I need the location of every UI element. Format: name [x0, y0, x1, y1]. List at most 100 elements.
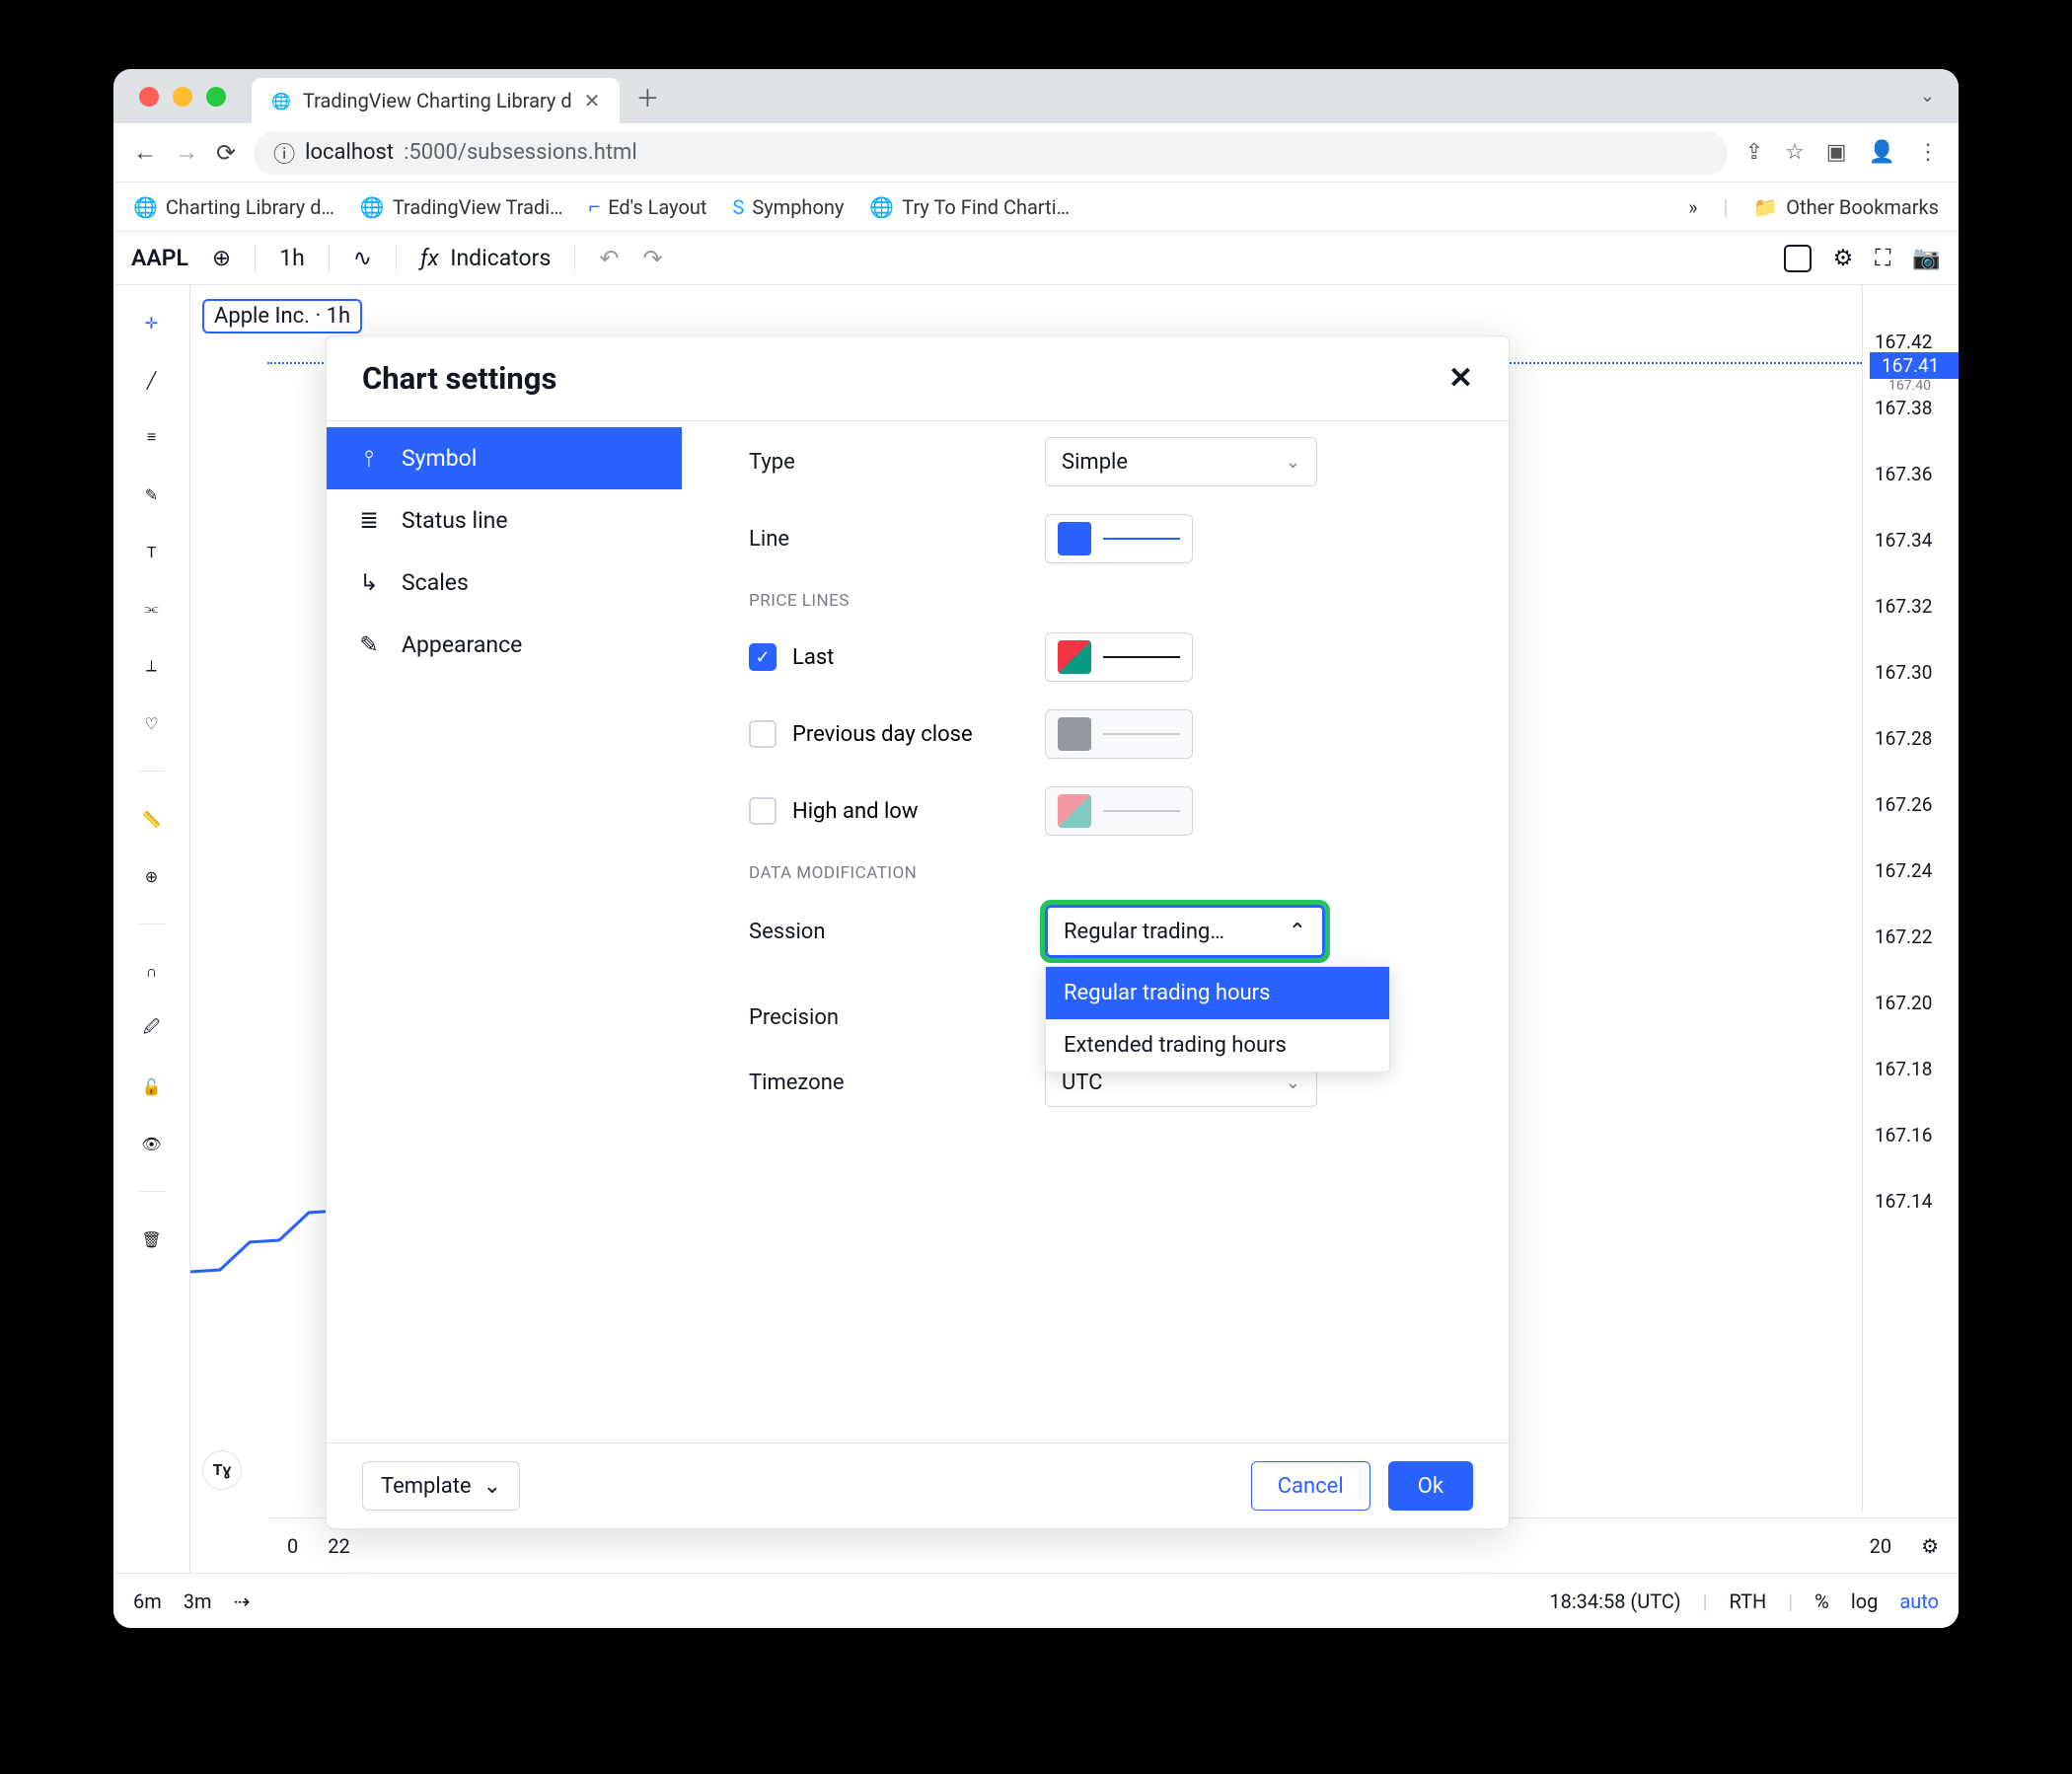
tab-appearance[interactable]: ✎ Appearance	[327, 614, 682, 676]
lock-icon[interactable]: 🔓	[136, 1071, 168, 1102]
price-tick: 167.24	[1863, 859, 1959, 925]
pattern-icon[interactable]: ⫘	[136, 593, 168, 625]
session-label: Session	[749, 920, 1025, 944]
zoom-icon[interactable]: ⊕	[136, 860, 168, 892]
interval-label[interactable]: 1h	[279, 245, 305, 271]
session-dropdown[interactable]: Regular trading… ⌃ Regular trading hours…	[1045, 905, 1325, 958]
address-bar: ← → ⟳ ⓘ localhost:5000/subsessions.html …	[113, 123, 1959, 183]
bookmark-item[interactable]: 🌐 Try To Find Charti…	[869, 195, 1070, 219]
current-price-badge: 167.41	[1870, 352, 1959, 379]
range-3m[interactable]: 3m	[184, 1589, 212, 1613]
session-options-popup: Regular trading hours Extended trading h…	[1045, 966, 1390, 1072]
bookmark-item[interactable]: S Symphony	[732, 195, 844, 219]
trendline-icon[interactable]: ╱	[136, 364, 168, 396]
rth-toggle[interactable]: RTH	[1730, 1589, 1767, 1613]
close-window-icon[interactable]	[139, 87, 159, 107]
tabs-dropdown-icon[interactable]: ⌄	[1920, 86, 1935, 107]
near-price: 167.40	[1888, 378, 1931, 394]
bookmark-item[interactable]: 🌐 Charting Library d…	[133, 195, 334, 219]
layout-icon[interactable]	[1784, 245, 1812, 272]
bookmarks-overflow[interactable]: »	[1688, 195, 1697, 219]
precision-label: Precision	[749, 1005, 1025, 1030]
price-tick: 167.20	[1863, 992, 1959, 1058]
sidepanel-icon[interactable]: ▣	[1826, 140, 1847, 165]
eye-icon[interactable]: 👁	[136, 1128, 168, 1159]
auto-scale[interactable]: auto	[1899, 1589, 1939, 1613]
trash-icon[interactable]: 🗑	[136, 1223, 168, 1255]
forecast-icon[interactable]: ⟂	[136, 650, 168, 682]
session-option-extended[interactable]: Extended trading hours	[1046, 1019, 1389, 1072]
fullscreen-icon[interactable]: ⛶	[1875, 245, 1890, 271]
close-icon[interactable]: ✕	[1448, 361, 1473, 396]
log-toggle[interactable]: log	[1851, 1589, 1879, 1613]
close-tab-icon[interactable]: ✕	[584, 89, 601, 112]
tab-symbol[interactable]: ⫯ Symbol	[327, 427, 682, 489]
profile-icon[interactable]: 👤	[1869, 140, 1895, 165]
new-tab-button[interactable]: ＋	[635, 79, 659, 113]
axis-settings-icon[interactable]: ⚙	[1921, 1534, 1939, 1558]
line-style-picker[interactable]	[1045, 514, 1193, 563]
lock-pencil-icon[interactable]: 🖉	[136, 1013, 168, 1045]
brush-icon[interactable]: ✎	[136, 479, 168, 510]
heart-icon[interactable]: ♡	[136, 707, 168, 739]
browser-tab[interactable]: 🌐 TradingView Charting Library d ✕	[252, 78, 620, 123]
bookmark-item[interactable]: ⌐ Ed's Layout	[589, 194, 707, 219]
addressbar-icons: ⇪ ☆ ▣ 👤 ⋮	[1745, 140, 1939, 165]
traffic-lights	[113, 87, 226, 107]
menu-icon[interactable]: ⋮	[1917, 140, 1939, 165]
high-low-style-picker[interactable]	[1045, 786, 1193, 836]
chart-style-icon[interactable]: ∿	[353, 245, 372, 271]
text-icon[interactable]: T	[136, 536, 168, 567]
other-bookmarks[interactable]: 📁 Other Bookmarks	[1753, 195, 1939, 219]
last-checkbox[interactable]: ✓	[749, 643, 777, 671]
tv-logo-icon[interactable]: Tɣ	[202, 1450, 242, 1490]
tab-scales[interactable]: ↳ Scales	[327, 552, 682, 614]
star-icon[interactable]: ☆	[1785, 140, 1805, 165]
bottom-bar: 6m 3m ⇢ 18:34:58 (UTC) | RTH | % log aut…	[113, 1573, 1959, 1628]
gear-icon[interactable]: ⚙	[1833, 245, 1854, 271]
browser-window: 🌐 TradingView Charting Library d ✕ ＋ ⌄ ←…	[113, 69, 1959, 1628]
lines-icon: ≣	[354, 507, 384, 534]
camera-icon[interactable]: 📷	[1912, 245, 1941, 271]
percent-toggle[interactable]: %	[1814, 1589, 1829, 1613]
price-tick: 167.34	[1863, 529, 1959, 595]
template-dropdown[interactable]: Template⌄	[362, 1461, 520, 1511]
minimize-window-icon[interactable]	[173, 87, 192, 107]
prev-close-checkbox[interactable]	[749, 720, 777, 748]
url-host: localhost	[305, 140, 394, 165]
indicators-button[interactable]: ƒx Indicators	[420, 245, 551, 271]
fib-icon[interactable]: ≡	[136, 421, 168, 453]
price-tick: 167.28	[1863, 727, 1959, 793]
redo-icon[interactable]: ↷	[642, 245, 662, 272]
ok-button[interactable]: Ok	[1388, 1461, 1473, 1511]
last-style-picker[interactable]	[1045, 632, 1193, 682]
range-6m[interactable]: 6m	[133, 1589, 162, 1613]
chevron-up-icon: ⌃	[1289, 920, 1306, 944]
add-symbol-icon[interactable]: ⊕	[212, 245, 231, 271]
share-icon[interactable]: ⇪	[1745, 140, 1763, 165]
site-info-icon[interactable]: ⓘ	[273, 137, 295, 169]
tab-title: TradingView Charting Library d	[303, 89, 572, 112]
tab-status-line[interactable]: ≣ Status line	[327, 489, 682, 552]
session-option-regular[interactable]: Regular trading hours	[1046, 967, 1389, 1019]
prev-close-style-picker[interactable]	[1045, 709, 1193, 759]
price-axis[interactable]: 167.42 167.38 167.36 167.34 167.32 167.3…	[1862, 285, 1959, 1514]
ruler-icon[interactable]: 📏	[136, 803, 168, 835]
undo-icon[interactable]: ↶	[599, 245, 619, 272]
cancel-button[interactable]: Cancel	[1251, 1461, 1370, 1511]
maximize-window-icon[interactable]	[206, 87, 226, 107]
url-input[interactable]: ⓘ localhost:5000/subsessions.html	[254, 131, 1728, 175]
reload-icon[interactable]: ⟳	[216, 139, 236, 167]
high-low-checkbox[interactable]	[749, 797, 777, 825]
back-icon[interactable]: ←	[133, 138, 157, 167]
crosshair-icon[interactable]: ✛	[136, 307, 168, 338]
time-tick: 22	[328, 1534, 349, 1558]
bookmark-item[interactable]: 🌐 TradingView Tradi…	[360, 195, 563, 219]
type-dropdown[interactable]: Simple⌄	[1045, 437, 1317, 486]
tz-label: Timezone	[749, 1071, 1025, 1095]
symbol-label[interactable]: AAPL	[131, 245, 188, 271]
goto-date-icon[interactable]: ⇢	[234, 1589, 251, 1613]
magnet-icon[interactable]: ∩	[136, 956, 168, 988]
clock-label[interactable]: 18:34:58 (UTC)	[1549, 1589, 1680, 1613]
globe-icon: 🌐	[271, 92, 291, 111]
